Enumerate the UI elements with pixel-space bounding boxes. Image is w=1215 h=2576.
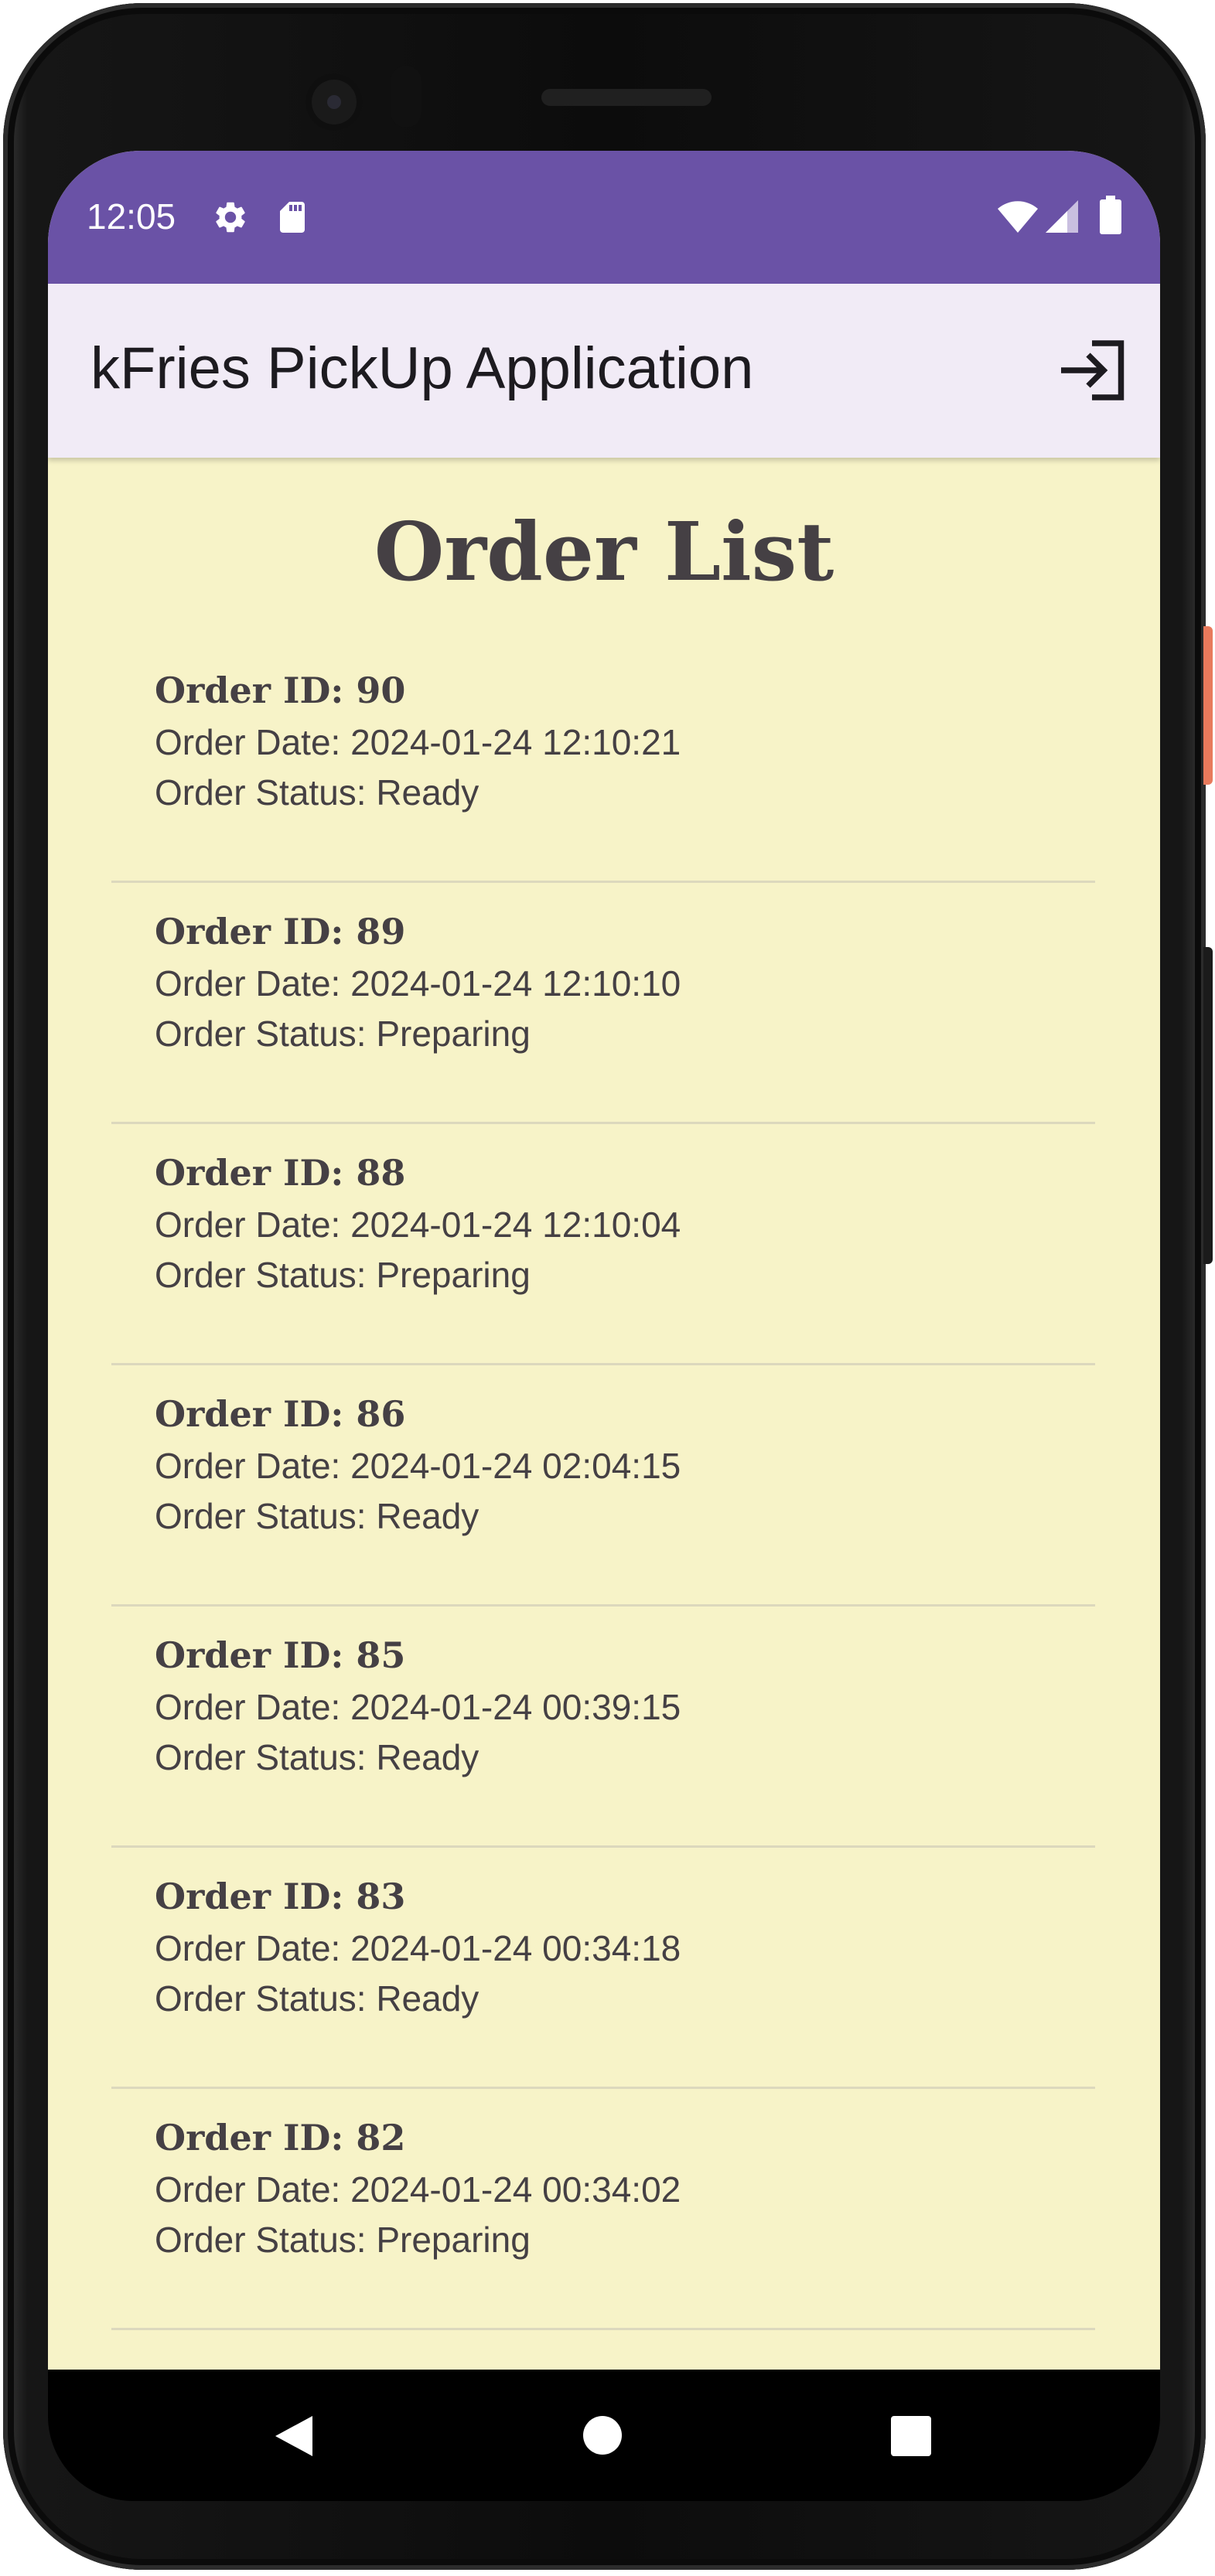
order-status: Order Status: Preparing (155, 2220, 531, 2260)
order-id: Order ID: 88 (155, 1152, 406, 1194)
page-title: Order List (374, 504, 834, 599)
order-id: Order ID: 90 (155, 670, 406, 711)
volume-button (1203, 947, 1213, 1264)
battery-icon (1100, 196, 1121, 234)
logout-icon[interactable] (1057, 339, 1127, 401)
order-id: Order ID: 82 (155, 2117, 406, 2159)
order-date: Order Date: 2024-01-24 00:34:18 (155, 1928, 681, 1968)
order-status: Order Status: Preparing (155, 1014, 531, 1054)
order-list-item[interactable]: Order ID: 82 Order Date: 2024-01-24 00:3… (111, 2089, 1095, 2330)
order-date: Order Date: 2024-01-24 12:10:04 (155, 1205, 681, 1245)
order-status: Order Status: Ready (155, 772, 480, 813)
order-status: Order Status: Ready (155, 1737, 480, 1777)
cell-signal-icon (1046, 200, 1078, 233)
order-date: Order Date: 2024-01-24 00:34:02 (155, 2169, 681, 2210)
recents-square-icon[interactable] (891, 2416, 931, 2456)
order-date: Order Date: 2024-01-24 00:39:15 (155, 1687, 681, 1727)
wifi-icon (998, 201, 1038, 233)
proximity-sensor (391, 66, 421, 128)
order-id: Order ID: 89 (155, 911, 406, 952)
status-bar: 12:05 (48, 151, 1160, 284)
app-bar: kFries PickUp Application (48, 284, 1160, 458)
front-camera (305, 73, 363, 131)
order-status: Order Status: Ready (155, 1978, 480, 2019)
power-button (1203, 626, 1213, 785)
system-nav-bar (48, 2370, 1160, 2501)
order-date: Order Date: 2024-01-24 12:10:21 (155, 722, 681, 762)
order-list-item[interactable]: Order ID: 83 Order Date: 2024-01-24 00:3… (111, 1848, 1095, 2089)
sd-card-icon (280, 202, 305, 233)
status-time: 12:05 (87, 196, 176, 237)
order-date: Order Date: 2024-01-24 02:04:15 (155, 1446, 681, 1486)
order-status: Order Status: Ready (155, 1496, 480, 1536)
app-title: kFries PickUp Application (90, 336, 754, 401)
order-id: Order ID: 83 (155, 1876, 406, 1917)
order-status: Order Status: Preparing (155, 1255, 531, 1295)
order-list-item[interactable]: Order ID: 88 Order Date: 2024-01-24 12:1… (111, 1124, 1095, 1365)
order-list: Order ID: 90 Order Date: 2024-01-24 12:1… (111, 642, 1095, 2330)
gear-icon (216, 202, 245, 233)
earpiece-speaker (541, 89, 712, 106)
back-triangle-icon[interactable] (272, 2414, 316, 2458)
order-list-item[interactable]: Order ID: 86 Order Date: 2024-01-24 02:0… (111, 1365, 1095, 1607)
order-id: Order ID: 85 (155, 1634, 406, 1676)
order-date: Order Date: 2024-01-24 12:10:10 (155, 963, 681, 1003)
home-circle-icon[interactable] (583, 2416, 622, 2455)
order-list-item[interactable]: Order ID: 89 Order Date: 2024-01-24 12:1… (111, 883, 1095, 1124)
order-list-item[interactable]: Order ID: 85 Order Date: 2024-01-24 00:3… (111, 1607, 1095, 1848)
screen: 12:05 kFries PickUp Application Order Li… (48, 151, 1160, 2370)
order-list-item[interactable]: Order ID: 90 Order Date: 2024-01-24 12:1… (111, 642, 1095, 883)
order-id: Order ID: 86 (155, 1393, 406, 1435)
